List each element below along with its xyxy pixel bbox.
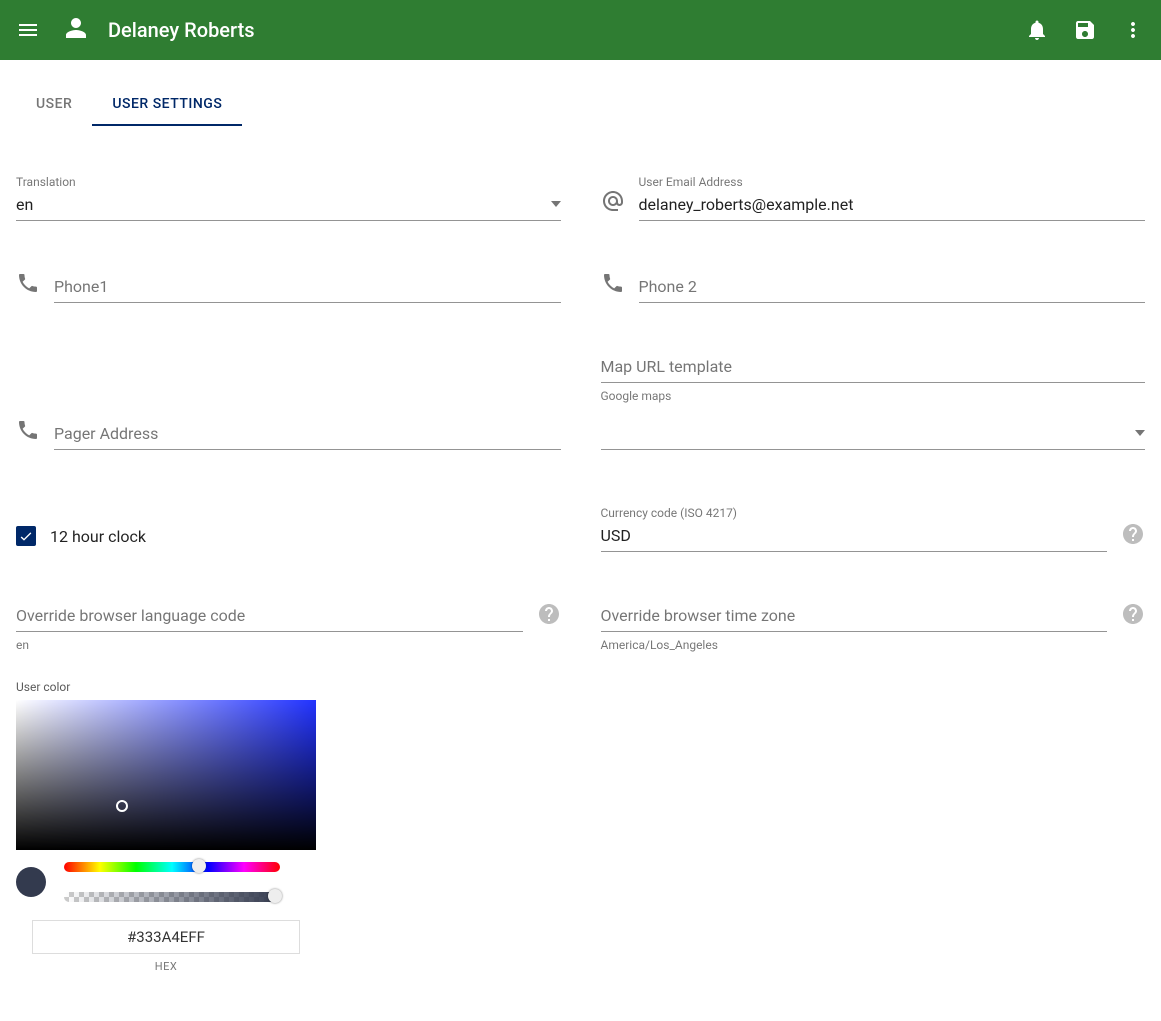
- hue-thumb[interactable]: [192, 859, 206, 873]
- clock12-label: 12 hour clock: [50, 527, 146, 546]
- tabs: USER USER SETTINGS: [16, 84, 1145, 127]
- phone2-field[interactable]: Phone 2: [601, 221, 1146, 303]
- alpha-thumb[interactable]: [268, 889, 282, 903]
- user-color-section: User color #333A4EFF HEX: [16, 680, 561, 973]
- chevron-down-icon: [1135, 421, 1145, 440]
- chevron-down-icon: [551, 192, 561, 211]
- clock12-field[interactable]: 12 hour clock: [16, 450, 561, 552]
- tab-user-settings[interactable]: USER SETTINGS: [92, 84, 242, 126]
- translation-field[interactable]: Translation en: [16, 151, 561, 221]
- pager-field[interactable]: Pager Address: [16, 303, 561, 450]
- mapurl-select[interactable]: [601, 403, 1146, 450]
- mapurl-hint: Google maps: [601, 389, 1146, 403]
- tz-override-placeholder: Override browser time zone: [601, 602, 1108, 632]
- bell-icon[interactable]: [1025, 18, 1049, 42]
- phone-icon: [16, 418, 40, 442]
- phone-icon: [16, 271, 40, 295]
- email-value: delaney_roberts@example.net: [639, 191, 1146, 221]
- translation-label: Translation: [16, 175, 561, 189]
- pager-placeholder: Pager Address: [54, 420, 561, 450]
- menu-icon[interactable]: [16, 18, 40, 42]
- save-icon[interactable]: [1073, 18, 1097, 42]
- currency-value: USD: [601, 522, 1108, 552]
- help-icon[interactable]: [1121, 522, 1145, 546]
- more-icon[interactable]: [1121, 18, 1145, 42]
- lang-override-hint: en: [16, 638, 561, 652]
- at-icon: [601, 189, 625, 213]
- lang-override-placeholder: Override browser language code: [16, 602, 523, 632]
- tz-override-hint: America/Los_Angeles: [601, 638, 1146, 652]
- translation-value: en: [16, 191, 561, 221]
- checkbox-checked-icon[interactable]: [16, 526, 36, 546]
- mapurl-select-value: [601, 421, 1146, 450]
- hex-caption: HEX: [32, 960, 300, 973]
- page-title: Delaney Roberts: [108, 18, 255, 42]
- color-saturation-thumb[interactable]: [116, 800, 128, 812]
- mapurl-field[interactable]: Map URL template Google maps: [601, 353, 1146, 403]
- phone-icon: [601, 271, 625, 295]
- hue-slider[interactable]: [64, 862, 280, 872]
- hex-input[interactable]: #333A4EFF: [32, 920, 300, 954]
- lang-override-field[interactable]: Override browser language code: [16, 602, 561, 632]
- tz-override-field[interactable]: Override browser time zone: [601, 602, 1146, 632]
- currency-label: Currency code (ISO 4217): [601, 506, 1108, 520]
- currency-field[interactable]: Currency code (ISO 4217) USD: [601, 450, 1146, 552]
- color-swatch: [16, 867, 46, 897]
- app-header: Delaney Roberts: [0, 0, 1161, 60]
- color-saturation-area[interactable]: [16, 700, 316, 850]
- help-icon[interactable]: [1121, 602, 1145, 626]
- mapurl-placeholder: Map URL template: [601, 353, 1146, 383]
- phone2-placeholder: Phone 2: [639, 273, 1146, 303]
- help-icon[interactable]: [537, 602, 561, 626]
- tab-user[interactable]: USER: [16, 84, 92, 126]
- email-field[interactable]: User Email Address delaney_roberts@examp…: [601, 151, 1146, 221]
- user-color-label: User color: [16, 680, 561, 694]
- phone1-placeholder: Phone1: [54, 273, 561, 303]
- person-icon: [64, 16, 88, 45]
- alpha-slider[interactable]: [64, 892, 280, 902]
- phone1-field[interactable]: Phone1: [16, 221, 561, 303]
- email-label: User Email Address: [639, 175, 1146, 189]
